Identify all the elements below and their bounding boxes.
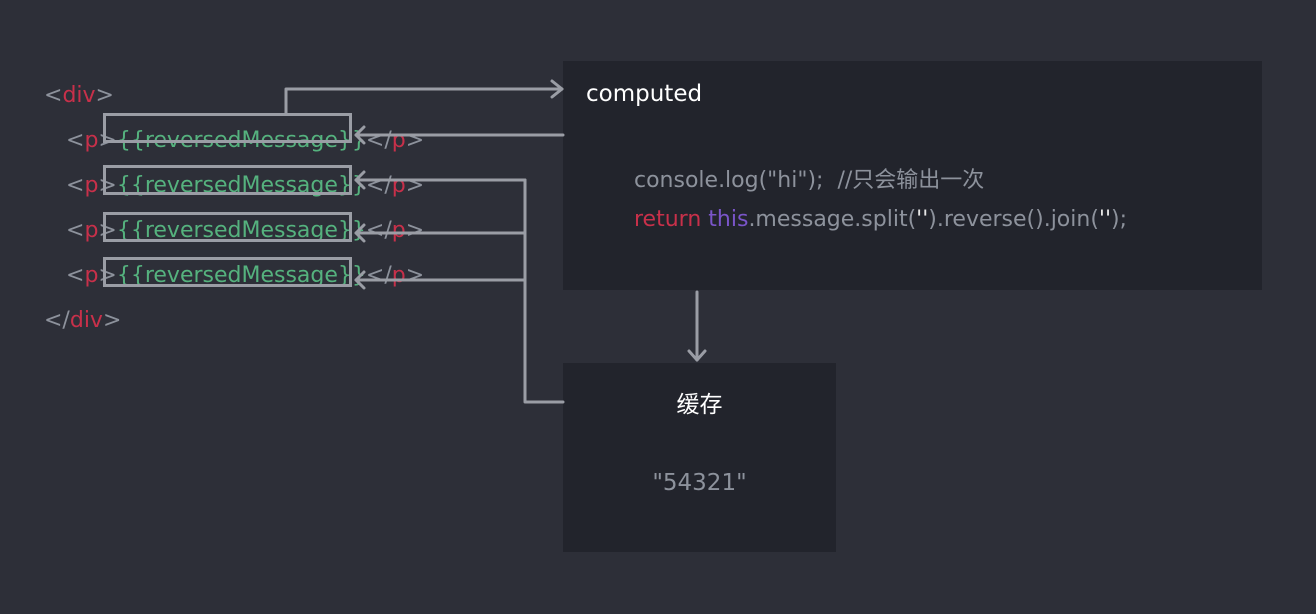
computed-panel: computed console.log("hi"); //只会输出一次 ret… (563, 61, 1262, 290)
p-open-name: p (84, 173, 99, 198)
p-open-name: p (84, 263, 99, 288)
div-close-gt: > (102, 308, 122, 333)
return-part-1: .message.split( (748, 207, 917, 232)
p-close-gt: > (405, 128, 425, 153)
cache-title: 缓存 (676, 392, 723, 418)
console-log-code: console.log("hi"); (634, 168, 824, 193)
binding-highlight-box (103, 113, 352, 143)
console-log-comment: //只会输出一次 (823, 168, 985, 193)
p-close-name: p (391, 128, 406, 153)
p-close-name: p (391, 173, 406, 198)
p-open-lt: < (66, 218, 85, 243)
div-close-tag: </div> (44, 306, 121, 336)
div-open-name: div (62, 83, 96, 108)
return-part-3: ); (1111, 207, 1128, 232)
p-close-gt: > (405, 173, 425, 198)
p-close-lt: </ (365, 128, 392, 153)
div-open-tag: <div> (44, 81, 114, 111)
diagram-canvas: <div> <p>{{reversedMessage}}</p> <p>{{re… (0, 0, 1316, 614)
return-line: return this.message.split('').reverse().… (634, 205, 1127, 235)
this-keyword: this (708, 207, 749, 232)
p-close-lt: </ (365, 173, 392, 198)
return-part-2: ).reverse().join( (928, 207, 1099, 232)
p-open-lt: < (66, 263, 85, 288)
binding-highlight-box (103, 257, 352, 287)
arrow-computed-to-cache-head (687, 349, 707, 362)
p-open-name: p (84, 218, 99, 243)
div-close-lt: </ (44, 308, 70, 333)
div-close-name: div (69, 308, 103, 333)
p-close-name: p (391, 218, 406, 243)
return-keyword: return (634, 207, 702, 232)
cache-return-trunk (523, 178, 565, 404)
binding-highlight-box (103, 165, 352, 195)
div-open-gt: > (95, 83, 114, 108)
cache-panel: 缓存 "54321" (563, 363, 836, 552)
p-open-lt: < (66, 173, 85, 198)
arrow-to-computed (284, 87, 564, 116)
binding-highlight-box (103, 212, 352, 242)
empty-string-1: '' (916, 207, 929, 232)
computed-title: computed (586, 81, 703, 107)
p-close-name: p (391, 263, 406, 288)
p-close-gt: > (405, 263, 425, 288)
console-log-line: console.log("hi"); //只会输出一次 (634, 166, 984, 196)
p-close-lt: </ (365, 263, 392, 288)
p-open-lt: < (66, 128, 85, 153)
arrow-to-computed-head (550, 79, 564, 99)
p-close-lt: </ (365, 218, 392, 243)
p-open-name: p (84, 128, 99, 153)
empty-string-2: '' (1098, 207, 1112, 232)
cache-value: "54321" (652, 470, 747, 496)
p-close-gt: > (405, 218, 425, 243)
div-open-lt: < (44, 83, 63, 108)
